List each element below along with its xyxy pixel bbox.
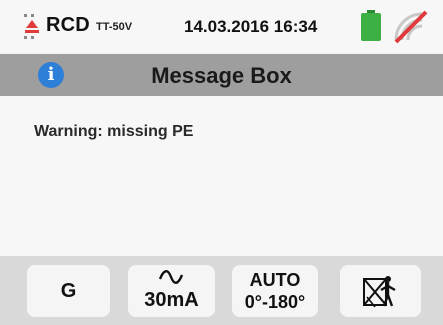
ac-wave-icon <box>158 270 184 284</box>
rcd-type-button[interactable]: G <box>27 265 110 317</box>
message-area <box>0 96 443 256</box>
date-time: 14.03.2016 16:34 <box>184 17 318 36</box>
dialog-title: Message Box <box>151 63 292 88</box>
warning-message: Warning: missing PE <box>34 123 194 140</box>
test-mode-subtitle: TT-50V <box>96 21 133 33</box>
phase-angle-button[interactable]: AUTO 0°-180° <box>232 265 318 317</box>
phase-range-label: 0°-180° <box>244 292 306 312</box>
status-bar: RCD TT-50V 14.03.2016 16:34 <box>0 0 443 52</box>
phase-mode-label: AUTO <box>249 270 301 290</box>
rcd-icon <box>24 14 39 39</box>
rated-current-label: 30mA <box>144 289 199 311</box>
instrument-screen: RCD TT-50V 14.03.2016 16:34 i Message Bo… <box>0 0 443 325</box>
signal-off-icon <box>394 10 428 44</box>
test-mode: RCD <box>46 14 90 36</box>
touch-voltage-button[interactable] <box>340 265 421 317</box>
battery-icon <box>361 10 381 41</box>
touch-voltage-off-icon <box>363 276 396 308</box>
rated-current-button[interactable]: 30mA <box>128 265 215 317</box>
rcd-type-label: G <box>60 280 77 302</box>
